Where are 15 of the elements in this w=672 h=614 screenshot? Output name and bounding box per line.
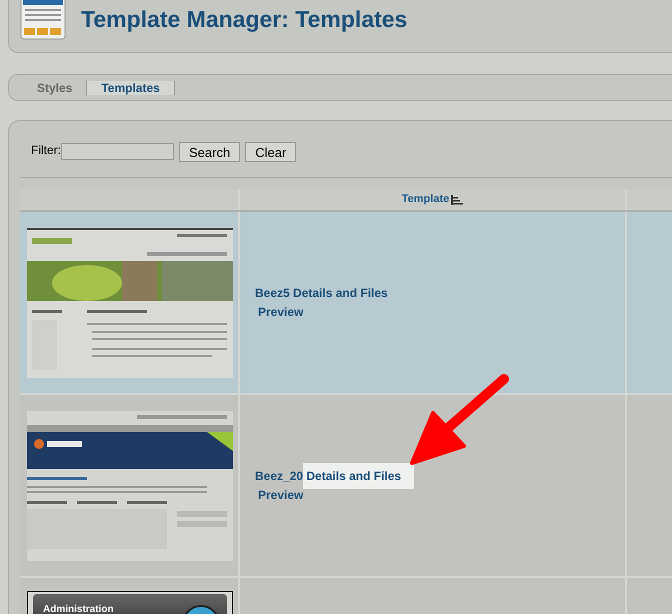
preview-link[interactable]: Preview xyxy=(258,303,304,321)
filter-button[interactable]: Search xyxy=(179,142,240,162)
arrow-icon xyxy=(408,373,512,466)
details-link[interactable]: Beez_20 Details and Files xyxy=(255,469,402,483)
tab[interactable]: Templates xyxy=(87,80,175,94)
details-link[interactable]: Beez5 Details and Files xyxy=(255,286,388,300)
sort-icon xyxy=(451,194,464,204)
thumbnail-title: Administration xyxy=(43,604,114,614)
filter-field[interactable] xyxy=(61,143,174,160)
column-header-link[interactable]: Template xyxy=(402,191,450,208)
page-title: Template Manager: Templates xyxy=(81,4,408,34)
preview-link[interactable]: Preview xyxy=(258,486,304,504)
filter-label: Filter: xyxy=(31,142,61,158)
filter-button[interactable]: Clear xyxy=(245,142,296,162)
document-icon xyxy=(20,0,66,40)
